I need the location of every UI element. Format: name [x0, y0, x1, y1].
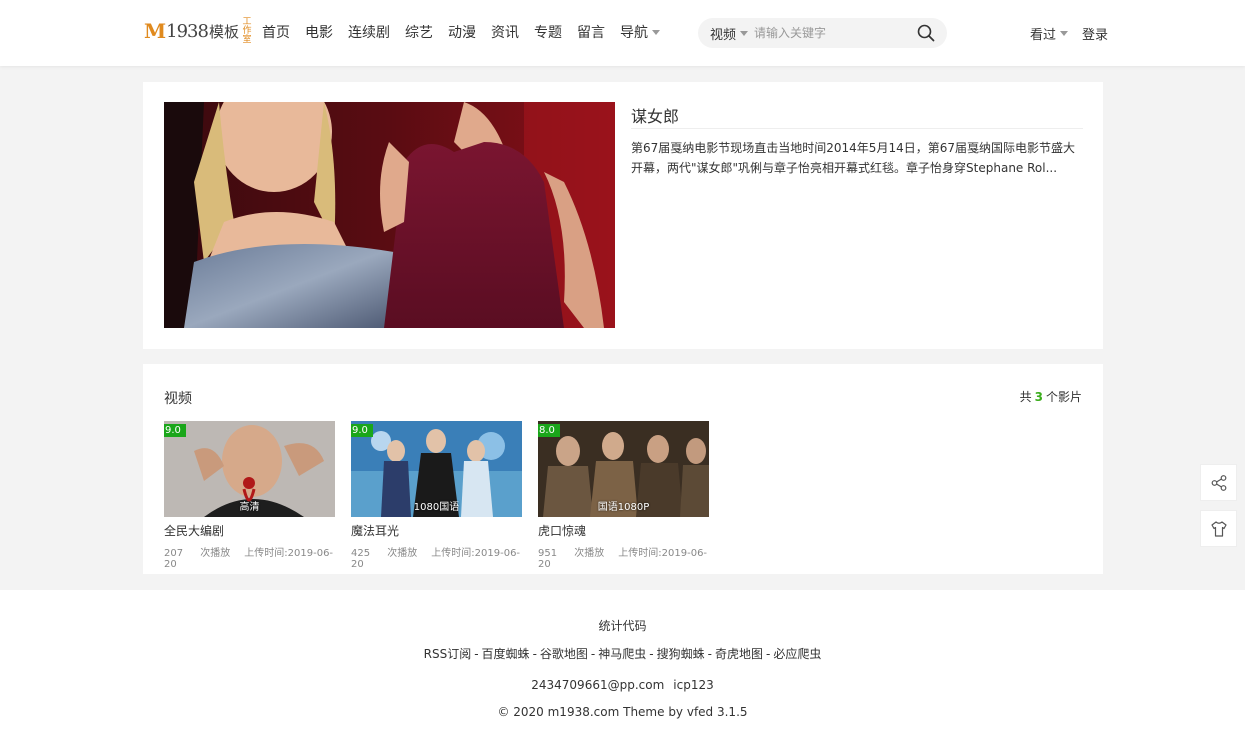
main-nav: 首页 电影 连续剧 综艺 动漫 资讯 专题 留言 导航 [262, 22, 675, 42]
video-title[interactable]: 魔法耳光 [351, 522, 522, 539]
play-count-number: 951 [538, 548, 558, 559]
logo-number: 1938 [166, 20, 209, 42]
search-type-select[interactable]: 视频 [698, 24, 754, 43]
nav-movie[interactable]: 电影 [305, 22, 333, 42]
footer-contact: 2434709661@pp.com icp123 [0, 678, 1245, 692]
footer-link-rss[interactable]: RSS订阅 [424, 647, 472, 661]
quality-label: 1080国语 [413, 502, 460, 513]
header-user-area: 看过 登录 [1030, 24, 1108, 43]
chevron-down-icon [740, 30, 749, 36]
nav-navigation-dropdown[interactable]: 导航 [620, 22, 660, 42]
logo-stamp: 工作室 [242, 16, 252, 45]
footer-link-qihoo[interactable]: 奇虎地图 [715, 647, 763, 661]
link-separator: - [649, 647, 654, 661]
video-title[interactable]: 全民大编剧 [164, 522, 335, 539]
search-box: 视频 [698, 18, 947, 48]
nav-topics[interactable]: 专题 [534, 22, 562, 42]
search-icon[interactable] [917, 24, 935, 42]
video-meta: 207 次播放 上传时间:2019-06-20 [164, 544, 335, 570]
copyright: © 2020 m1938.com Theme by vfed 3.1.5 [497, 705, 748, 719]
video-title[interactable]: 虎口惊魂 [538, 522, 709, 539]
search-type-label: 视频 [710, 27, 737, 43]
link-separator: - [766, 647, 771, 661]
video-thumbnail[interactable]: 8.0 国语1080P [538, 421, 709, 517]
share-button[interactable] [1200, 464, 1237, 501]
topic-title[interactable]: 谋女郎 [631, 103, 679, 127]
play-count-suffix: 次播放 [574, 548, 605, 559]
quality-label: 高清 [239, 502, 260, 513]
contact-email[interactable]: 2434709661@pp.com [531, 678, 664, 692]
link-separator: - [474, 647, 479, 661]
play-count-suffix: 次播放 [387, 548, 418, 559]
video-card[interactable]: 9.0 高清 全民大编剧 207 次播放 上传时间:2019-06-20 [164, 421, 335, 570]
topic-description: 第67届戛纳电影节现场直击当地时间2014年5月14日，第67届戛纳国际电影节盛… [631, 141, 1075, 175]
video-thumbnail[interactable]: 9.0 1080国语 [351, 421, 522, 517]
nav-series[interactable]: 连续剧 [348, 22, 390, 42]
count-number: 3 [1034, 390, 1043, 404]
nav-navigation-label: 导航 [620, 25, 648, 41]
history-label: 看过 [1030, 28, 1057, 43]
score-badge: 9.0 [351, 424, 373, 437]
play-count-number: 207 [164, 548, 184, 559]
play-count: 951 次播放 [538, 548, 604, 559]
title-divider [631, 128, 1083, 129]
video-meta: 425 次播放 上传时间:2019-06-20 [351, 544, 522, 570]
quality-label: 国语1080P [597, 502, 650, 513]
stat-code: 统计代码 [598, 619, 647, 633]
search-input[interactable] [754, 26, 904, 40]
video-meta: 951 次播放 上传时间:2019-06-20 [538, 544, 709, 570]
icp-number[interactable]: icp123 [673, 678, 713, 692]
site-header: M 1938 模板 工作室 首页 电影 连续剧 综艺 动漫 资讯 专题 留言 导… [0, 0, 1245, 66]
logo-text: 模板 [208, 22, 239, 41]
chevron-down-icon [652, 29, 660, 35]
score-badge: 9.0 [164, 424, 186, 437]
tshirt-icon [1210, 520, 1227, 537]
nav-anime[interactable]: 动漫 [448, 22, 476, 42]
footer-link-google[interactable]: 谷歌地图 [540, 647, 588, 661]
chevron-down-icon [1060, 31, 1069, 36]
video-thumbnail[interactable]: 9.0 高清 [164, 421, 335, 517]
nav-guestbook[interactable]: 留言 [577, 22, 605, 42]
play-count-number: 425 [351, 548, 371, 559]
video-card[interactable]: 9.0 1080国语 魔法耳光 425 次播放 上传时间:2019-06-20 [351, 421, 522, 570]
logo-m: M [144, 19, 166, 43]
count-prefix: 共 [1019, 390, 1032, 404]
video-card[interactable]: 8.0 国语1080P 虎口惊魂 951 次播放 上传时间:2019-06-20 [538, 421, 709, 570]
video-count: 共 3 个影片 [1020, 388, 1082, 405]
login-link[interactable]: 登录 [1082, 24, 1108, 43]
history-dropdown[interactable]: 看过 [1030, 24, 1069, 43]
share-icon [1211, 474, 1226, 491]
site-logo[interactable]: M 1938 模板 工作室 [144, 16, 254, 46]
site-footer: 统计代码 RSS订阅 - 百度蜘蛛 - 谷歌地图 - 神马爬虫 - 搜狗蜘蛛 - 奇虎地图 - 必应爬虫… [0, 590, 1245, 747]
link-separator: - [707, 647, 712, 661]
score-badge: 8.0 [538, 424, 560, 437]
footer-links: RSS订阅 - 百度蜘蛛 - 谷歌地图 - 神马爬虫 - 搜狗蜘蛛 - 奇虎地图 - 必应爬虫 [0, 645, 1245, 662]
play-count: 425 次播放 [351, 548, 417, 559]
topic-detail-card: 谋女郎 第67届戛纳电影节现场直击当地时间2014年5月14日，第67届戛纳国际… [143, 82, 1103, 349]
link-separator: - [532, 647, 537, 661]
theme-skin-button[interactable] [1200, 510, 1237, 547]
topic-cover-image[interactable] [164, 102, 615, 328]
footer-link-bing[interactable]: 必应爬虫 [773, 647, 821, 661]
count-suffix: 个影片 [1045, 390, 1082, 404]
nav-home[interactable]: 首页 [262, 22, 290, 42]
link-separator: - [590, 647, 596, 661]
footer-link-baidu[interactable]: 百度蜘蛛 [482, 647, 530, 661]
footer-link-shenma[interactable]: 神马爬虫 [598, 647, 646, 661]
footer-link-sogou[interactable]: 搜狗蜘蛛 [657, 647, 705, 661]
nav-variety[interactable]: 综艺 [405, 22, 433, 42]
play-count: 207 次播放 [164, 548, 230, 559]
video-list-card: 视频 共 3 个影片 9.0 高清 全民大编剧 207 次播放 上传时间:2019-0… [143, 364, 1103, 574]
section-title: 视频 [164, 391, 192, 407]
nav-news[interactable]: 资讯 [491, 22, 519, 42]
play-count-suffix: 次播放 [200, 548, 231, 559]
